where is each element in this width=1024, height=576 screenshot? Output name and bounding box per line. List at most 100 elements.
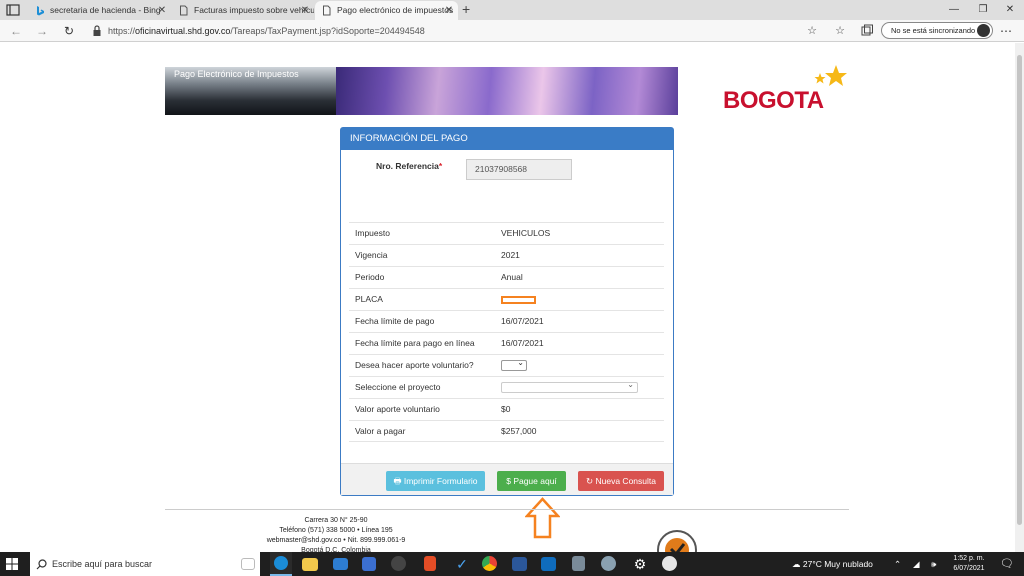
chrome-icon[interactable] xyxy=(482,556,497,571)
row-value: 2021 xyxy=(501,250,520,260)
url-scheme: https:// xyxy=(108,26,136,36)
new-tab-icon[interactable]: + xyxy=(462,1,470,18)
tab-pago-electronico[interactable]: Pago electrónico de impuestos ✕ xyxy=(315,1,458,20)
file-explorer-icon[interactable] xyxy=(302,558,318,571)
restore-icon[interactable]: ❐ xyxy=(969,0,997,20)
row-label: Seleccione el proyecto xyxy=(355,382,441,392)
clock-time: 1:52 p. m. xyxy=(953,555,985,562)
forward-icon[interactable]: → xyxy=(34,23,50,39)
volume-icon[interactable]: 🕪 xyxy=(931,552,936,576)
banner-title: Pago Electrónico de Impuestos xyxy=(174,69,299,79)
close-tab-icon[interactable]: ✕ xyxy=(300,1,310,20)
windows-taskbar: Escribe aquí para buscar ✓ ⚙ ☁ 27°C Muy … xyxy=(0,552,1024,576)
minimize-icon[interactable]: — xyxy=(940,0,968,20)
dell-icon[interactable] xyxy=(391,556,406,571)
mail-icon[interactable] xyxy=(333,558,348,570)
reference-number-field[interactable]: 21037908568 xyxy=(466,159,572,180)
url-field[interactable]: https://oficinavirtual.shd.gov.co/Tareap… xyxy=(108,24,425,38)
button-label: Imprimir Formulario xyxy=(403,476,478,486)
collections-icon[interactable] xyxy=(860,24,874,38)
tab-facturas[interactable]: Facturas impuesto sobre vehícul ✕ xyxy=(172,1,314,20)
payment-info-panel: INFORMACIÓN DEL PAGO Nro. Referencia* 21… xyxy=(340,127,674,496)
payment-details-table: Impuesto VEHICULOS Vigencia 2021 Periodo… xyxy=(349,222,664,442)
back-icon[interactable]: ← xyxy=(8,23,24,39)
email-line[interactable]: webmaster@shd.gov.co • Nit. 899.999.061-… xyxy=(230,536,442,546)
voluntary-contribution-select[interactable]: ⌄ xyxy=(501,358,527,371)
pay-here-button[interactable]: $ Pague aquí xyxy=(497,471,566,491)
button-label: Nueva Consulta xyxy=(595,476,656,486)
snipping-tool-icon[interactable] xyxy=(601,556,616,571)
panel-actions: 🖶 Imprimir Formulario $ Pague aquí ↻ Nue… xyxy=(341,463,673,495)
row-value: 16/07/2021 xyxy=(501,338,544,348)
search-icon xyxy=(36,559,47,570)
row-valor-aporte: Valor aporte voluntario $0 xyxy=(349,398,664,420)
panel-title: INFORMACIÓN DEL PAGO xyxy=(341,128,673,150)
row-value: VEHICULOS xyxy=(501,228,551,238)
row-value: $257,000 xyxy=(501,426,537,436)
footer-divider xyxy=(165,509,849,510)
task-view-icon[interactable] xyxy=(241,558,255,570)
address-line: Carrera 30 N° 25-90 xyxy=(304,517,368,524)
cloud-icon: ☁ xyxy=(792,559,801,569)
sync-label: No se está sincronizando xyxy=(891,26,976,35)
sync-status-button[interactable]: No se está sincronizando xyxy=(881,22,993,39)
reference-label-text: Nro. Referencia xyxy=(376,161,439,171)
row-aporte-voluntario: Desea hacer aporte voluntario? ⌄ xyxy=(349,354,664,376)
taskbar-search-box[interactable]: Escribe aquí para buscar xyxy=(30,552,260,576)
document-icon xyxy=(180,5,188,16)
tab-title: secretaria de hacienda - Bing xyxy=(50,5,161,15)
more-menu-icon[interactable]: ⋯ xyxy=(998,23,1014,39)
row-label: Valor a pagar xyxy=(355,426,406,436)
footer-address: Carrera 30 N° 25-90 Teléfono (571) 338 5… xyxy=(230,516,442,556)
close-tab-icon[interactable]: ✕ xyxy=(444,1,454,20)
edge-taskbar-item[interactable] xyxy=(270,552,292,576)
row-label: PLACA xyxy=(355,294,383,304)
network-icon[interactable]: ◢ xyxy=(913,552,920,576)
redacted-plate-box xyxy=(501,296,536,304)
row-label: Valor aporte voluntario xyxy=(355,404,440,414)
windows-start-icon[interactable] xyxy=(6,558,18,570)
scrollbar-thumb[interactable] xyxy=(1017,55,1022,525)
outlook-icon[interactable] xyxy=(541,557,556,571)
close-tab-icon[interactable]: ✕ xyxy=(157,1,167,20)
notifications-icon[interactable]: 🗨 xyxy=(1000,552,1014,576)
row-label: Periodo xyxy=(355,272,385,282)
weather-widget[interactable]: ☁ 27°C Muy nublado xyxy=(792,552,873,576)
refresh-icon[interactable]: ↻ xyxy=(61,23,77,39)
tab-actions-icon[interactable] xyxy=(6,4,20,16)
word-icon[interactable] xyxy=(512,557,527,571)
logo-wordmark: BOGOTA xyxy=(723,87,824,114)
row-fecha-limite-pago: Fecha límite de pago 16/07/2021 xyxy=(349,310,664,332)
row-label: Fecha límite para pago en línea xyxy=(355,338,475,348)
todo-icon[interactable]: ✓ xyxy=(453,555,471,573)
row-placa: PLACA xyxy=(349,288,664,310)
page-scrollbar[interactable] xyxy=(1015,43,1024,552)
row-label: Vigencia xyxy=(355,250,388,260)
app-icon[interactable] xyxy=(662,556,677,571)
chevron-up-icon[interactable]: ⌃ xyxy=(894,552,901,576)
project-select[interactable]: ⌄ xyxy=(501,380,638,393)
favorites-icon[interactable]: ☆ xyxy=(832,23,848,39)
reading-mode-icon[interactable]: ☆ xyxy=(804,23,820,39)
row-value: Anual xyxy=(501,272,523,282)
clock-date: 6/07/2021 xyxy=(953,565,985,572)
lock-icon[interactable] xyxy=(92,24,102,38)
close-window-icon[interactable]: ✕ xyxy=(996,0,1024,20)
settings-icon[interactable]: ⚙ xyxy=(631,555,649,573)
row-label: Fecha límite de pago xyxy=(355,316,435,326)
address-bar: ← → ↻ https://oficinavirtual.shd.gov.co/… xyxy=(0,20,1024,42)
annotation-arrow-icon xyxy=(525,497,560,539)
tab-bing[interactable]: secretaria de hacienda - Bing ✕ xyxy=(28,1,171,20)
calculator-icon[interactable] xyxy=(572,556,585,571)
row-valor-pagar: Valor a pagar $257,000 xyxy=(349,420,664,442)
row-impuesto: Impuesto VEHICULOS xyxy=(349,222,664,244)
new-query-button[interactable]: ↻ Nueva Consulta xyxy=(578,471,664,491)
phone-line: Teléfono (571) 338 5000 • Línea 195 xyxy=(279,527,393,534)
tab-title: Facturas impuesto sobre vehícul xyxy=(194,5,314,15)
header-banner: Pago Electrónico de Impuestos xyxy=(165,67,678,115)
taskbar-clock[interactable]: 1:52 p. m. 6/07/2021 xyxy=(942,554,996,574)
office-icon[interactable] xyxy=(424,556,436,571)
print-form-button[interactable]: 🖶 Imprimir Formulario xyxy=(386,471,485,491)
row-label: Impuesto xyxy=(355,228,390,238)
store-icon[interactable] xyxy=(362,557,376,571)
